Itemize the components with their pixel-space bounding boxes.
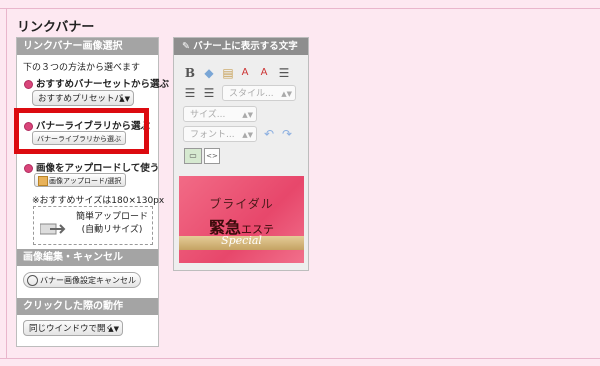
left-border	[6, 8, 7, 358]
banner-text-panel: ✎ バナー上に表示する文字 B ◆ ▤ A A ☰ ☰ ☰ スタイル... ▲▼ …	[173, 37, 309, 271]
preview-icon[interactable]: ▭	[184, 148, 202, 164]
banner-settings-panel: リンクバナー画像選択 下の３つの方法から選べます おすすめバナーセットから選ぶ …	[16, 37, 169, 347]
align-left-icon[interactable]: ☰	[277, 66, 291, 80]
upload-select-button[interactable]: 画像アップロード/選択	[34, 173, 127, 187]
easy-upload-dropzone[interactable]: 簡単アップロード (自動リサイズ)	[33, 206, 153, 245]
bold-icon[interactable]: B	[183, 66, 197, 80]
paste-icon[interactable]: ▤	[221, 66, 235, 80]
redo-icon[interactable]: ↷	[280, 127, 294, 141]
bg-color-icon[interactable]: A	[257, 66, 271, 80]
top-border	[0, 8, 600, 9]
image-select-header: リンクバナー画像選択	[17, 38, 158, 55]
chevron-updown-icon: ▲▼	[108, 325, 119, 333]
align-right-icon[interactable]: ☰	[202, 86, 216, 100]
banner-preview: ブライダル 緊急エステ Special	[179, 176, 304, 263]
radio-dot-icon	[24, 164, 33, 173]
chevron-updown-icon: ▲▼	[119, 95, 130, 103]
click-action-select[interactable]: 同じウインドウで開く ▲▼	[23, 320, 123, 336]
banner-line1: ブライダル	[209, 197, 274, 211]
chevron-updown-icon: ▲▼	[242, 111, 253, 119]
option-recommended-set[interactable]: おすすめバナーセットから選ぶ	[24, 76, 169, 90]
option-upload-image[interactable]: 画像をアップロードして使う	[24, 160, 159, 174]
source-icon[interactable]: <>	[204, 148, 220, 164]
upload-folder-icon	[38, 176, 48, 186]
intro-text: 下の３つの方法から選べます	[23, 63, 141, 73]
cancel-icon	[27, 275, 38, 286]
undo-icon[interactable]: ↶	[262, 127, 276, 141]
size-note: ※おすすめサイズは180×130px	[32, 196, 165, 206]
size-select[interactable]: サイズ... ▲▼	[183, 106, 257, 122]
preset-select[interactable]: おすすめプリセットパ ▲▼	[32, 90, 134, 106]
edit-cancel-header: 画像編集・キャンセル	[17, 249, 158, 266]
dropzone-line2: (自動リサイズ)	[81, 225, 143, 235]
eraser-icon[interactable]: ◆	[202, 66, 216, 80]
banner-ribbon-text: Special	[221, 234, 262, 247]
style-select[interactable]: スタイル... ▲▼	[222, 85, 296, 101]
dropzone-line1: 簡単アップロード	[76, 212, 149, 222]
bottom-border	[0, 358, 600, 359]
chevron-updown-icon: ▲▼	[281, 90, 292, 98]
font-select[interactable]: フォント... ▲▼	[183, 126, 257, 142]
cancel-banner-button[interactable]: バナー画像設定キャンセル	[23, 272, 141, 288]
pencil-icon: ✎	[182, 41, 194, 52]
click-action-header: クリックした際の動作	[17, 298, 158, 315]
text-color-icon[interactable]: A	[238, 66, 252, 80]
page-title: リンクバナー	[17, 20, 95, 35]
banner-text-header: ✎ バナー上に表示する文字	[174, 38, 308, 55]
upload-arrow-icon	[40, 223, 66, 235]
highlight-box	[14, 108, 149, 154]
radio-dot-icon	[24, 80, 33, 89]
chevron-updown-icon: ▲▼	[242, 131, 253, 139]
align-center-icon[interactable]: ☰	[183, 86, 197, 100]
